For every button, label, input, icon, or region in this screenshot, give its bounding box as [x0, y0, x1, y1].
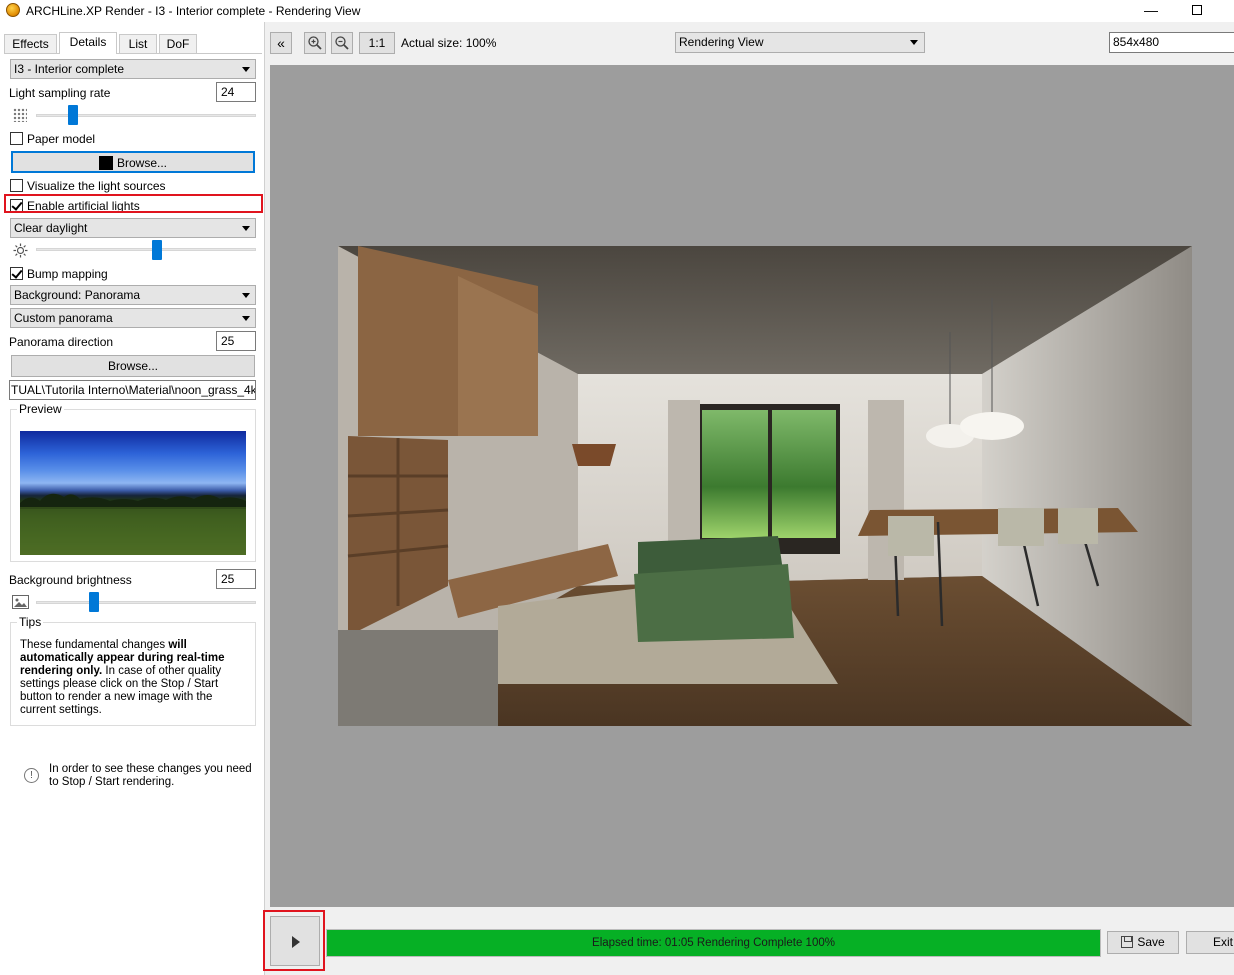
- artificial-lights-label: Enable artificial lights: [27, 199, 140, 213]
- view-mode-value: Rendering View: [679, 35, 764, 49]
- collapse-panel-button[interactable]: «: [270, 32, 292, 54]
- scene-preset-dropdown[interactable]: I3 - Interior complete: [10, 59, 256, 79]
- image-icon: [12, 595, 29, 609]
- chevron-down-icon: [242, 316, 250, 321]
- bump-mapping-checkbox[interactable]: [10, 267, 23, 280]
- visualize-lights-checkbox[interactable]: [10, 179, 23, 192]
- archline-app-icon: [6, 3, 20, 17]
- panorama-type-value: Custom panorama: [14, 311, 113, 325]
- background-brightness-label: Background brightness: [9, 573, 132, 587]
- artificial-lights-checkbox[interactable]: [10, 199, 23, 212]
- render-progress-bar: Elapsed time: 01:05 Rendering Complete 1…: [326, 929, 1101, 957]
- background-brightness-input[interactable]: 25: [216, 569, 256, 589]
- floppy-icon: [1121, 935, 1134, 948]
- minimize-button[interactable]: —: [1128, 0, 1174, 22]
- browse-label: Browse...: [116, 156, 167, 170]
- actual-size-button[interactable]: 1:1: [359, 32, 395, 54]
- resolution-field[interactable]: 854x480: [1109, 32, 1234, 53]
- sun-icon: [13, 243, 28, 258]
- render-viewport[interactable]: [270, 65, 1234, 907]
- light-sampling-slider-thumb[interactable]: [67, 105, 78, 125]
- panorama-direction-label: Panorama direction: [9, 335, 114, 349]
- sky-preset-dropdown[interactable]: Clear daylight: [10, 218, 256, 238]
- panorama-path-field[interactable]: TUAL\Tutorila Interno\Material\noon_gras…: [9, 380, 256, 400]
- light-sampling-input[interactable]: 24: [216, 82, 256, 102]
- panorama-direction-input[interactable]: 25: [216, 331, 256, 351]
- window-title: ARCHLine.XP Render - I3 - Interior compl…: [26, 4, 361, 18]
- progress-text: Elapsed time: 01:05 Rendering Complete 1…: [592, 937, 835, 949]
- chevron-down-icon: [910, 40, 918, 45]
- tab-details[interactable]: Details: [59, 32, 117, 54]
- actual-size-label: Actual size: 100%: [401, 36, 497, 50]
- zoom-in-icon: [308, 36, 322, 50]
- tab-divider: [4, 53, 262, 54]
- sky-preset-value: Clear daylight: [14, 221, 88, 235]
- panorama-type-dropdown[interactable]: Custom panorama: [10, 308, 256, 328]
- maximize-icon: [1192, 5, 1202, 15]
- chevron-down-icon: [242, 226, 250, 231]
- exit-button[interactable]: Exit: [1186, 931, 1234, 954]
- start-render-button[interactable]: [270, 916, 320, 966]
- sky-slider-track[interactable]: [36, 248, 256, 251]
- rendered-image: [338, 246, 1192, 726]
- sky-slider-thumb[interactable]: [151, 240, 162, 260]
- bump-mapping-label: Bump mapping: [27, 267, 108, 281]
- save-button[interactable]: Save: [1107, 931, 1179, 954]
- info-icon: !: [24, 768, 39, 783]
- tips-title: Tips: [17, 615, 44, 629]
- chevron-down-icon: [242, 67, 250, 72]
- scene-preset-value: I3 - Interior complete: [14, 62, 125, 76]
- zoom-out-icon: [335, 36, 349, 50]
- tab-effects[interactable]: Effects: [4, 34, 57, 53]
- paper-model-label: Paper model: [27, 132, 96, 146]
- background-brightness-slider-track[interactable]: [36, 601, 256, 604]
- light-sampling-label: Light sampling rate: [9, 86, 111, 100]
- info-text: In order to see these changes you need t…: [49, 763, 252, 788]
- title-bar: ARCHLine.XP Render - I3 - Interior compl…: [0, 0, 1234, 22]
- background-brightness-slider-thumb[interactable]: [88, 592, 99, 612]
- save-label: Save: [1137, 935, 1165, 949]
- tab-list[interactable]: List: [119, 34, 157, 53]
- play-icon: [292, 936, 300, 948]
- background-type-dropdown[interactable]: Background: Panorama: [10, 285, 256, 305]
- tips-text: These fundamental changes will automatic…: [20, 639, 248, 717]
- view-mode-dropdown[interactable]: Rendering View: [675, 32, 925, 53]
- color-swatch: [98, 155, 113, 170]
- background-type-value: Background: Panorama: [14, 288, 141, 302]
- preview-label: Preview: [17, 402, 64, 416]
- tips-text-part: These fundamental changes: [20, 639, 169, 651]
- view-toolbar: « 1:1 Actual size: 100% Rendering View 8…: [266, 22, 1234, 62]
- maximize-button[interactable]: [1174, 0, 1220, 22]
- grid-dots-icon: [13, 108, 27, 122]
- zoom-in-button[interactable]: [304, 32, 326, 54]
- chevron-down-icon: [242, 293, 250, 298]
- tab-dof[interactable]: DoF: [159, 34, 197, 53]
- visualize-lights-label: Visualize the light sources: [27, 179, 166, 193]
- paper-color-browse-button[interactable]: Browse...: [11, 151, 255, 173]
- settings-panel: Effects Details List DoF I3 - Interior c…: [0, 22, 265, 975]
- panorama-browse-button[interactable]: Browse...: [11, 355, 255, 377]
- panorama-preview-image: [20, 431, 246, 555]
- paper-model-checkbox[interactable]: [10, 132, 23, 145]
- zoom-out-button[interactable]: [331, 32, 353, 54]
